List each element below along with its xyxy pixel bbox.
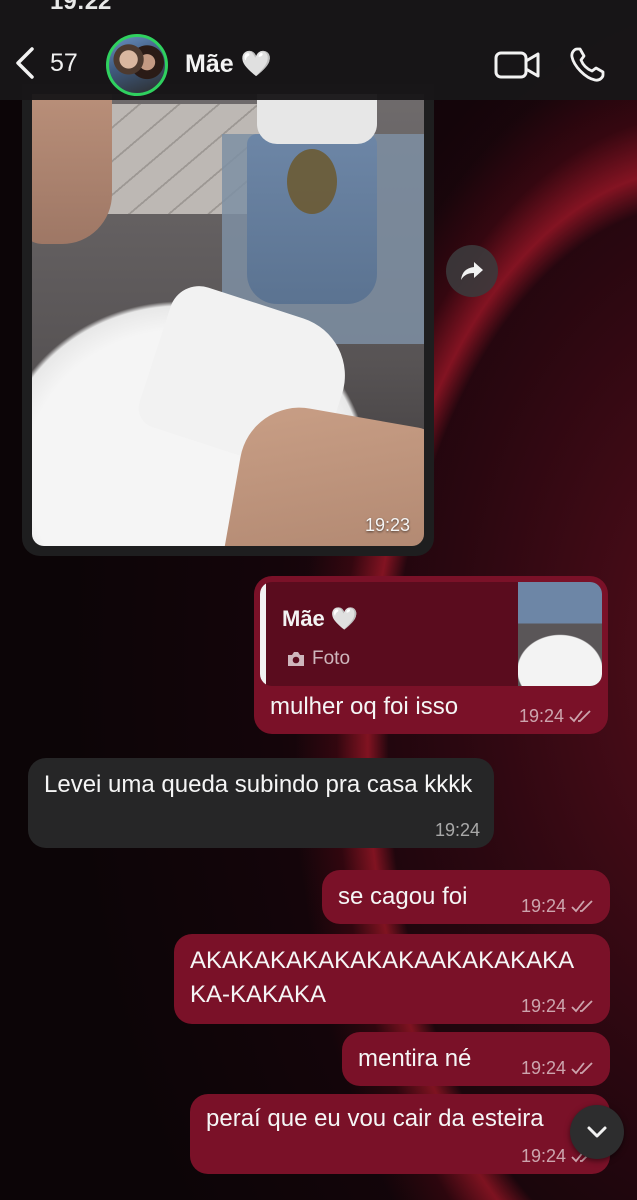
incoming-message[interactable]: Levei uma queda subindo pra casa kkkk 19… [28,758,494,848]
message-meta: 19:24 [521,896,596,916]
quote-type: Foto [286,642,350,676]
contact-name[interactable]: Mãe 🤍 [185,50,272,79]
message-time: 19:24 [434,820,480,840]
outgoing-message[interactable]: AKAKAKAKAKAKAKAAKAKAKAKAKA-KAKAKA 19:24 [174,934,610,1024]
forward-button[interactable] [446,245,498,297]
scroll-to-bottom-button[interactable] [570,1105,624,1159]
message-meta: 19:24 [521,1058,596,1078]
quote-bar [260,582,266,686]
outgoing-message[interactable]: mentira né 19:24 [342,1032,610,1086]
camera-icon [288,652,304,666]
photo-shirt [257,94,377,144]
chevron-down-icon [587,1126,607,1138]
message-time: 19:24 [520,896,566,916]
status-time: 19:22 [50,0,112,15]
message-text: peraí que eu vou cair da esteira [206,1105,544,1132]
message-meta: 19:24 [435,820,480,840]
video-camera-icon[interactable] [494,48,540,82]
message-text: mulher oq foi isso [270,693,459,720]
back-button[interactable]: 57 [14,46,78,80]
avatar[interactable] [106,34,168,96]
message-meta: 19:24 [521,996,596,1016]
double-check-icon [569,710,591,723]
share-arrow-icon [461,262,483,280]
quoted-message[interactable]: Mãe 🤍 Foto [260,582,602,686]
outgoing-message[interactable]: se cagou foi 19:24 [322,870,610,924]
photo: 19:23 [32,94,424,546]
quote-label: Foto [312,648,351,669]
message-time: 19:24 [520,1058,566,1078]
double-check-icon [571,1000,593,1013]
chat-header: 19:22 57 Mãe 🤍 [0,0,637,100]
message-text: Levei uma queda subindo pra casa kkkk [44,771,473,798]
outgoing-message[interactable]: peraí que eu vou cair da esteira 19:24 [190,1094,610,1174]
phone-icon[interactable] [568,46,606,84]
quote-author: Mãe 🤍 [282,606,359,631]
message-meta: 19:24 [519,706,594,726]
double-check-icon [571,900,593,913]
message-time: 19:24 [520,996,566,1016]
outgoing-reply-message[interactable]: Mãe 🤍 Foto mulher oq foi isso 19:24 [254,576,608,734]
double-check-icon [571,1062,593,1075]
image-message[interactable]: 19:23 [22,84,434,556]
message-time: 19:23 [364,515,410,535]
unread-count: 57 [50,48,78,77]
message-time: 19:24 [520,1146,566,1166]
quote-thumbnail [518,582,602,686]
message-time: 19:24 [518,706,564,726]
chevron-left-icon [16,47,34,79]
